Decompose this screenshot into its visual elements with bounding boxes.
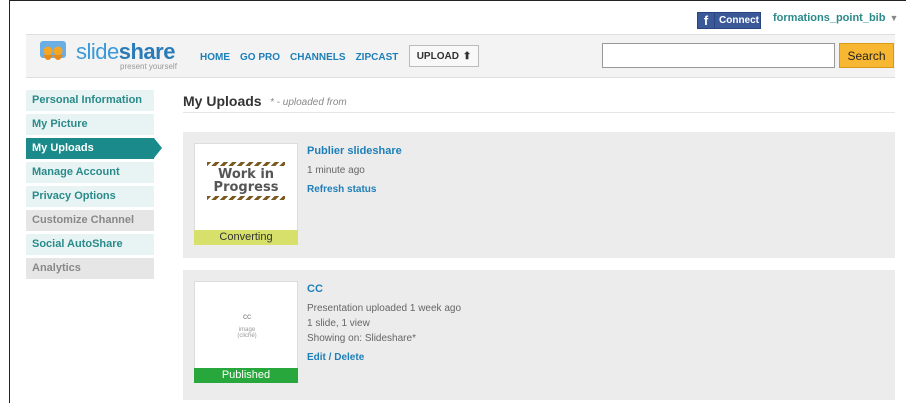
status-badge: Published — [194, 368, 298, 383]
upload-info: CC Presentation uploaded 1 week ago 1 sl… — [307, 283, 461, 363]
upload-time: 1 minute ago — [307, 165, 365, 176]
page-title: My Uploads — [183, 93, 262, 109]
upload-stats: 1 slide, 1 view — [307, 318, 370, 329]
sidebar-item-analytics[interactable]: Analytics — [26, 258, 154, 279]
delete-link[interactable]: Delete — [334, 352, 364, 363]
hazard-stripe — [207, 196, 285, 200]
sidebar-item-my-picture[interactable]: My Picture — [26, 114, 154, 135]
hazard-stripe — [207, 162, 285, 166]
edit-link[interactable]: Edit — [307, 352, 326, 363]
chevron-down-icon: ▼ — [889, 13, 899, 23]
upload-actions: Edit / Delete — [307, 352, 461, 363]
slideshare-logo-icon — [40, 41, 66, 60]
nav-home[interactable]: HOME — [200, 52, 230, 63]
search-button[interactable]: Search — [839, 43, 894, 68]
user-menu[interactable]: formations_point_bib ▼ — [773, 12, 898, 24]
sidebar-item-my-uploads[interactable]: My Uploads — [26, 138, 162, 159]
status-badge: Converting — [194, 230, 298, 245]
sidebar-item-privacy-options[interactable]: Privacy Options — [26, 186, 154, 207]
thumbnail-caption: (cliché) — [237, 333, 257, 339]
upload-label: UPLOAD — [416, 50, 459, 62]
slideshare-logo[interactable]: slideshare present yourself — [36, 38, 192, 72]
upload-card: Work in Progress Converting Publier slid… — [183, 132, 895, 258]
thumbnail-text-line: Progress — [213, 180, 279, 195]
upload-button[interactable]: UPLOAD ⬆ — [409, 45, 479, 67]
search-input[interactable] — [602, 43, 835, 68]
thumbnail-preview: cc image (cliché) — [195, 312, 299, 339]
sidebar: Personal Information My Picture My Uploa… — [26, 90, 162, 282]
upload-card: cc image (cliché) Published CC Presentat… — [183, 270, 895, 400]
facebook-icon: f — [698, 13, 715, 28]
logo-tagline: present yourself — [120, 62, 177, 71]
upload-date: Presentation uploaded 1 week ago — [307, 303, 462, 314]
page-subtitle: * - uploaded from — [270, 97, 347, 108]
upload-title[interactable]: Publier slideshare — [307, 145, 402, 157]
title-divider — [183, 112, 895, 113]
nav-channels[interactable]: CHANNELS — [290, 52, 346, 63]
work-in-progress-graphic: Work in Progress — [207, 160, 285, 202]
arrow-up-icon: ⬆ — [462, 50, 472, 62]
upload-info: Publier slideshare 1 minute ago Refresh … — [307, 145, 402, 195]
action-separator: / — [325, 352, 335, 363]
upload-title[interactable]: CC — [307, 283, 461, 295]
username: formations_point_bib — [773, 12, 886, 24]
refresh-status-link[interactable]: Refresh status — [307, 184, 402, 195]
upload-visibility: Showing on: Slideshare* — [307, 333, 416, 344]
thumbnail-title: cc — [243, 312, 251, 321]
sidebar-item-customize-channel[interactable]: Customize Channel — [26, 210, 154, 231]
nav-go-pro[interactable]: GO PRO — [240, 52, 280, 63]
sidebar-item-manage-account[interactable]: Manage Account — [26, 162, 154, 183]
main-nav: HOME GO PRO CHANNELS ZIPCAST — [200, 52, 398, 63]
sidebar-item-personal-information[interactable]: Personal Information — [26, 90, 154, 111]
nav-zipcast[interactable]: ZIPCAST — [356, 52, 399, 63]
sidebar-item-social-autoshare[interactable]: Social AutoShare — [26, 234, 154, 255]
facebook-connect-label: Connect — [719, 15, 759, 26]
facebook-connect-button[interactable]: f Connect — [697, 12, 761, 29]
